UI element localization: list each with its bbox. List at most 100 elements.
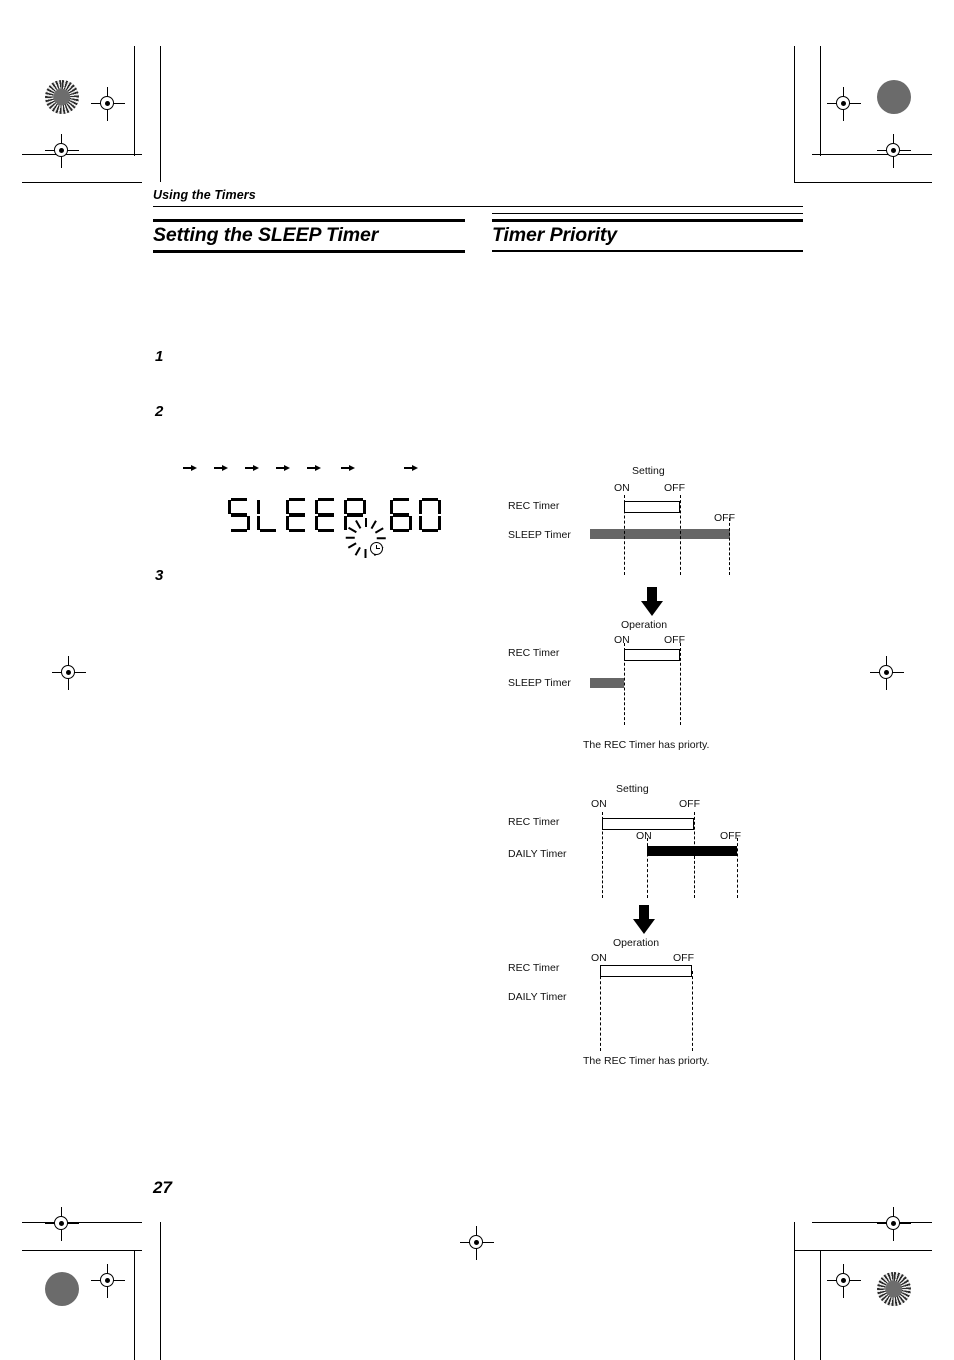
- row-label-sleep-timer: SLEEP Timer: [508, 529, 571, 541]
- right-arrow-icon: [214, 464, 228, 473]
- rec-timer-bar: [602, 818, 694, 830]
- diagram-caption: The REC Timer has priorty.: [583, 1055, 710, 1067]
- halftone-target-icon: [877, 1272, 911, 1306]
- row-label-daily-timer: DAILY Timer: [508, 991, 567, 1003]
- right-arrow-icon: [276, 464, 290, 473]
- rec-on-label: ON: [614, 482, 630, 494]
- registration-mark-icon: [45, 134, 79, 168]
- tick-daily-off: [737, 838, 738, 898]
- crop-line: [22, 1250, 142, 1252]
- diagram-phase-label: Operation: [621, 619, 668, 631]
- rec-timer-bar: [600, 965, 692, 977]
- crop-line: [812, 154, 932, 156]
- registration-mark-icon: [870, 656, 904, 690]
- right-heading-rule-bottom: [492, 250, 803, 252]
- daily-on-label: ON: [636, 830, 652, 842]
- page-title-left: Setting the SLEEP Timer: [153, 224, 379, 246]
- row-label-rec-timer: REC Timer: [508, 500, 560, 512]
- sleep-timer-bar: [590, 529, 730, 539]
- daily-timer-bar: [647, 846, 737, 856]
- right-arrow-icon: [307, 464, 321, 473]
- left-heading-rule-bottom: [153, 250, 465, 254]
- crop-line: [22, 154, 142, 156]
- registration-mark-icon: [460, 1226, 494, 1260]
- sleep-timer-bar: [590, 678, 624, 688]
- rec-off-label: OFF: [673, 952, 694, 964]
- density-patch-icon: [45, 1272, 79, 1306]
- diagram-phase-label: Setting: [616, 783, 649, 795]
- tick-rec-off: [694, 812, 695, 898]
- diagram-caption: The REC Timer has priorty.: [583, 739, 710, 751]
- crop-line: [820, 46, 822, 156]
- row-label-rec-timer: REC Timer: [508, 647, 560, 659]
- right-arrow-icon: [404, 464, 418, 473]
- row-label-rec-timer: REC Timer: [508, 962, 560, 974]
- crop-line: [134, 1250, 136, 1360]
- row-label-daily-timer: DAILY Timer: [508, 848, 567, 860]
- crop-line: [160, 1222, 162, 1360]
- tick-sleep-off: [729, 518, 730, 575]
- blinking-timer-clock-icon: [344, 516, 388, 560]
- crop-line: [22, 1222, 142, 1224]
- rec-off-label: OFF: [664, 634, 685, 646]
- flow-down-arrow-icon: [641, 587, 663, 617]
- registration-mark-icon: [91, 1264, 125, 1298]
- registration-mark-icon: [45, 1207, 79, 1241]
- tick-off: [680, 495, 681, 575]
- rec-timer-bar: [624, 649, 680, 661]
- diagram-phase-label: Setting: [632, 465, 665, 477]
- tick-rec-on: [602, 812, 603, 898]
- right-heading-rule-top2: [492, 219, 803, 223]
- lcd-char-0: [419, 498, 441, 532]
- tick-on: [624, 643, 625, 725]
- registration-mark-icon: [52, 656, 86, 690]
- rec-on-label: ON: [614, 634, 630, 646]
- crop-line: [794, 182, 932, 184]
- lcd-char-S: [228, 498, 250, 532]
- step-number-1: 1: [155, 348, 164, 365]
- right-arrow-icon: [341, 464, 355, 473]
- rec-timer-bar: [624, 501, 680, 513]
- row-label-sleep-timer: SLEEP Timer: [508, 677, 571, 689]
- right-arrow-icon: [183, 464, 197, 473]
- row-label-rec-timer: REC Timer: [508, 816, 560, 828]
- page-title-right: Timer Priority: [492, 224, 618, 246]
- rec-on-label: ON: [591, 798, 607, 810]
- rec-off-label: OFF: [679, 798, 700, 810]
- flow-down-arrow-icon: [633, 905, 655, 935]
- tick-off: [680, 643, 681, 725]
- lcd-char-E: [315, 498, 337, 532]
- rec-on-label: ON: [591, 952, 607, 964]
- registration-mark-icon: [877, 1207, 911, 1241]
- diagram-phase-label: Operation: [613, 937, 660, 949]
- halftone-target-icon: [45, 80, 79, 114]
- crop-line: [820, 1250, 822, 1360]
- running-head: Using the Timers: [153, 188, 256, 202]
- step-number-2: 2: [155, 403, 164, 420]
- right-arrow-icon: [245, 464, 259, 473]
- lcd-char-E: [286, 498, 308, 532]
- page-number: 27: [153, 1178, 172, 1197]
- density-patch-icon: [877, 80, 911, 114]
- rec-off-label: OFF: [664, 482, 685, 494]
- manual-page: Using the Timers Setting the SLEEP Timer…: [0, 0, 954, 1360]
- crop-line: [22, 182, 142, 184]
- lcd-char-L: [257, 498, 279, 532]
- registration-mark-icon: [827, 87, 861, 121]
- tick-off: [692, 971, 693, 1051]
- crop-line: [812, 1222, 932, 1224]
- crop-line: [160, 46, 162, 182]
- registration-mark-icon: [827, 1264, 861, 1298]
- tick-daily-on: [647, 838, 648, 898]
- registration-mark-icon: [91, 87, 125, 121]
- crop-line: [794, 46, 796, 182]
- lcd-char-6: [390, 498, 412, 532]
- crop-line: [134, 46, 136, 156]
- running-head-rule: [153, 206, 803, 208]
- sleep-off-label: OFF: [714, 512, 735, 524]
- right-heading-rule-top: [492, 213, 803, 215]
- crop-line: [794, 1222, 796, 1360]
- tick-on: [600, 971, 601, 1051]
- step-number-3: 3: [155, 567, 164, 584]
- crop-line: [794, 1250, 932, 1252]
